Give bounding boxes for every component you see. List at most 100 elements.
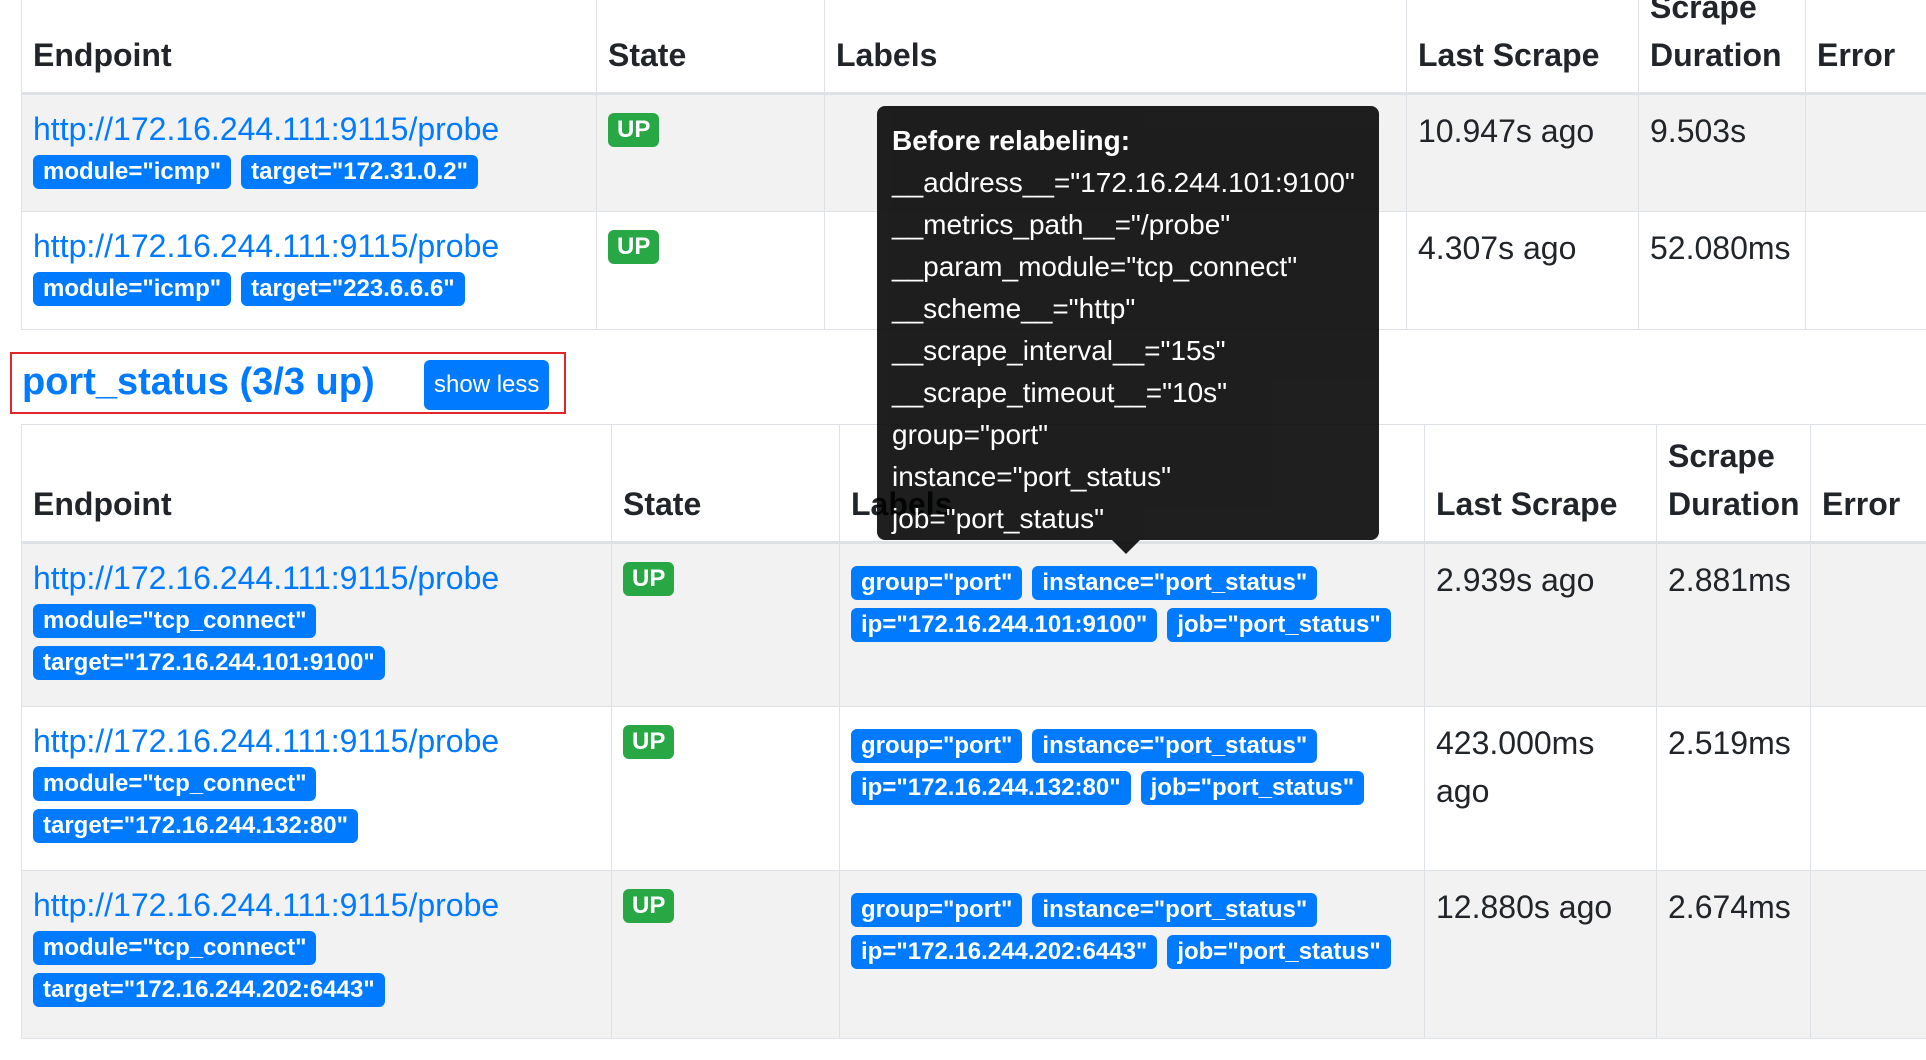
label-badge: ip="172.16.244.132:80" [851, 771, 1131, 805]
endpoint-link[interactable]: http://172.16.244.111:9115/probe [33, 871, 600, 929]
error-cell [1805, 211, 1926, 330]
label-badge: module="tcp_connect" [33, 931, 317, 965]
label-badge: target="172.16.244.202:6443" [33, 973, 385, 1007]
scrape-duration-value: 2.519ms [1668, 725, 1791, 761]
show-less-button[interactable]: show less [424, 360, 550, 410]
port-status-section-header: port_status (3/3 up) show less [10, 352, 566, 414]
duration-cell: 9.503s [1638, 93, 1806, 212]
label-badge: ip="172.16.244.202:6443" [851, 935, 1158, 969]
last-scrape-value: 423.000ms ago [1436, 725, 1595, 809]
labels-cell[interactable]: group="port" instance="port_status" ip="… [839, 870, 1425, 1039]
header-scrape-duration-line1: Scrape [1668, 438, 1775, 474]
tooltip-line: __param_module="tcp_connect" [892, 251, 1298, 282]
duration-cell: 2.519ms [1656, 706, 1811, 871]
state-cell: UP [596, 211, 825, 330]
label-badge: job="port_status" [1140, 771, 1365, 805]
endpoint-labels: module="tcp_connect" target="172.16.244.… [33, 931, 600, 1007]
endpoint-link[interactable]: http://172.16.244.111:9115/probe [33, 544, 600, 602]
endpoint-link[interactable]: http://172.16.244.111:9115/probe [33, 707, 600, 765]
endpoint-link[interactable]: http://172.16.244.111:9115/probe [33, 212, 585, 270]
label-badge: module="tcp_connect" [33, 767, 317, 801]
error-cell [1810, 706, 1926, 871]
tooltip-line: __scheme__="http" [892, 293, 1136, 324]
last-scrape-value: 12.880s ago [1436, 889, 1613, 925]
tooltip-line: __scrape_interval__="15s" [892, 335, 1226, 366]
endpoint-cell: http://172.16.244.111:9115/probe module=… [21, 706, 612, 871]
endpoint-link[interactable]: http://172.16.244.111:9115/probe [33, 95, 585, 153]
scrape-duration-value: 2.674ms [1668, 889, 1791, 925]
tooltip-line: job="port_status" [892, 503, 1105, 534]
last-scrape-cell: 423.000ms ago [1424, 706, 1657, 871]
state-up-badge: UP [608, 230, 660, 264]
header-scrape-duration-line1: Scrape [1650, 0, 1757, 25]
duration-cell: 2.881ms [1656, 542, 1811, 707]
endpoint-labels: module="icmp" target="172.31.0.2" [33, 155, 585, 189]
header-endpoint: Endpoint [21, 0, 597, 95]
label-badge: instance="port_status" [1032, 893, 1318, 927]
label-badge: target="172.16.244.101:9100" [33, 646, 385, 680]
endpoint-cell: http://172.16.244.111:9115/probe module=… [21, 211, 597, 330]
last-scrape-cell: 4.307s ago [1406, 211, 1639, 330]
tooltip-title: Before relabeling: [892, 125, 1131, 156]
state-cell: UP [611, 870, 840, 1039]
last-scrape-value: 4.307s ago [1418, 230, 1577, 266]
label-badge: target="223.6.6.6" [241, 272, 465, 306]
label-badge: group="port" [851, 729, 1023, 763]
label-badge: job="port_status" [1167, 935, 1391, 969]
label-badge: group="port" [851, 893, 1023, 927]
error-cell [1810, 542, 1926, 707]
tooltip-arrow [1112, 540, 1140, 554]
endpoint-cell: http://172.16.244.111:9115/probe module=… [21, 542, 612, 707]
header-last-scrape: Last Scrape [1424, 424, 1657, 544]
relabeling-tooltip: Before relabeling: __address__="172.16.2… [877, 106, 1379, 554]
state-up-badge: UP [623, 562, 675, 596]
label-badge: group="port" [851, 566, 1023, 600]
last-scrape-cell: 2.939s ago [1424, 542, 1657, 707]
duration-cell: 2.674ms [1656, 870, 1811, 1039]
last-scrape-cell: 10.947s ago [1406, 93, 1639, 212]
tooltip-line: instance="port_status" [892, 461, 1172, 492]
state-up-badge: UP [608, 113, 660, 147]
header-last-scrape: Last Scrape [1406, 0, 1639, 95]
label-badge: instance="port_status" [1032, 729, 1318, 763]
table-row: http://172.16.244.111:9115/probe module=… [21, 542, 1926, 707]
tooltip-line: __metrics_path__="/probe" [892, 209, 1231, 240]
label-badge: job="port_status" [1167, 608, 1391, 642]
state-cell: UP [611, 542, 840, 707]
last-scrape-value: 10.947s ago [1418, 113, 1595, 149]
endpoint-labels: module="icmp" target="223.6.6.6" [33, 272, 585, 306]
target-labels: group="port" instance="port_status" ip="… [851, 546, 1413, 642]
header-state: State [611, 424, 840, 544]
label-badge: module="tcp_connect" [33, 604, 317, 638]
tooltip-line: group="port" [892, 419, 1049, 450]
error-cell [1805, 93, 1926, 212]
state-up-badge: UP [623, 889, 675, 923]
header-scrape-duration: Scrape Duration [1656, 424, 1811, 544]
state-up-badge: UP [623, 725, 675, 759]
state-cell: UP [596, 93, 825, 212]
label-badge: module="icmp" [33, 272, 232, 306]
header-state: State [596, 0, 825, 95]
label-badge: target="172.31.0.2" [241, 155, 479, 189]
target-labels: group="port" instance="port_status" ip="… [851, 709, 1413, 805]
table-row: http://172.16.244.111:9115/probe module=… [21, 706, 1926, 871]
label-badge: ip="172.16.244.101:9100" [851, 608, 1158, 642]
endpoint-cell: http://172.16.244.111:9115/probe module=… [21, 870, 612, 1039]
scrape-duration-value: 9.503s [1650, 113, 1747, 149]
error-cell [1810, 870, 1926, 1039]
scrape-duration-value: 52.080ms [1650, 230, 1791, 266]
section-title[interactable]: port_status (3/3 up) [22, 360, 375, 404]
header-error: Error [1810, 424, 1926, 544]
endpoint-cell: http://172.16.244.111:9115/probe module=… [21, 93, 597, 212]
labels-cell[interactable]: group="port" instance="port_status" ip="… [839, 706, 1425, 871]
label-badge: instance="port_status" [1032, 566, 1318, 600]
header-scrape-duration-line2: Duration [1650, 37, 1782, 73]
header-error: Error [1805, 0, 1926, 95]
scrape-duration-value: 2.881ms [1668, 562, 1791, 598]
tooltip-line: __address__="172.16.244.101:9100" [892, 167, 1355, 198]
table-row: http://172.16.244.111:9115/probe module=… [21, 870, 1926, 1039]
header-labels: Labels [824, 0, 1407, 95]
header-scrape-duration-line2: Duration [1668, 486, 1800, 522]
duration-cell: 52.080ms [1638, 211, 1806, 330]
labels-cell[interactable]: group="port" instance="port_status" ip="… [839, 542, 1425, 707]
